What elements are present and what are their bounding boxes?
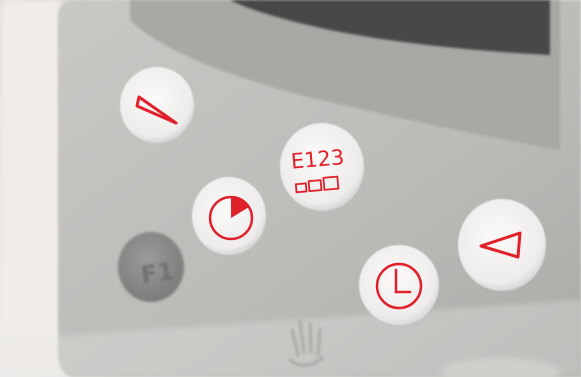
increase-button[interactable] xyxy=(458,199,546,291)
start-timer-button[interactable] xyxy=(192,177,266,255)
f1-label: F1 xyxy=(139,257,176,289)
appliance-control-panel-photo: F1 E123 xyxy=(0,0,581,377)
f1-button[interactable]: F1 xyxy=(118,232,184,302)
decrease-button[interactable] xyxy=(120,67,194,143)
program-label: E123 xyxy=(290,145,345,174)
program-button[interactable]: E123 xyxy=(280,123,364,211)
